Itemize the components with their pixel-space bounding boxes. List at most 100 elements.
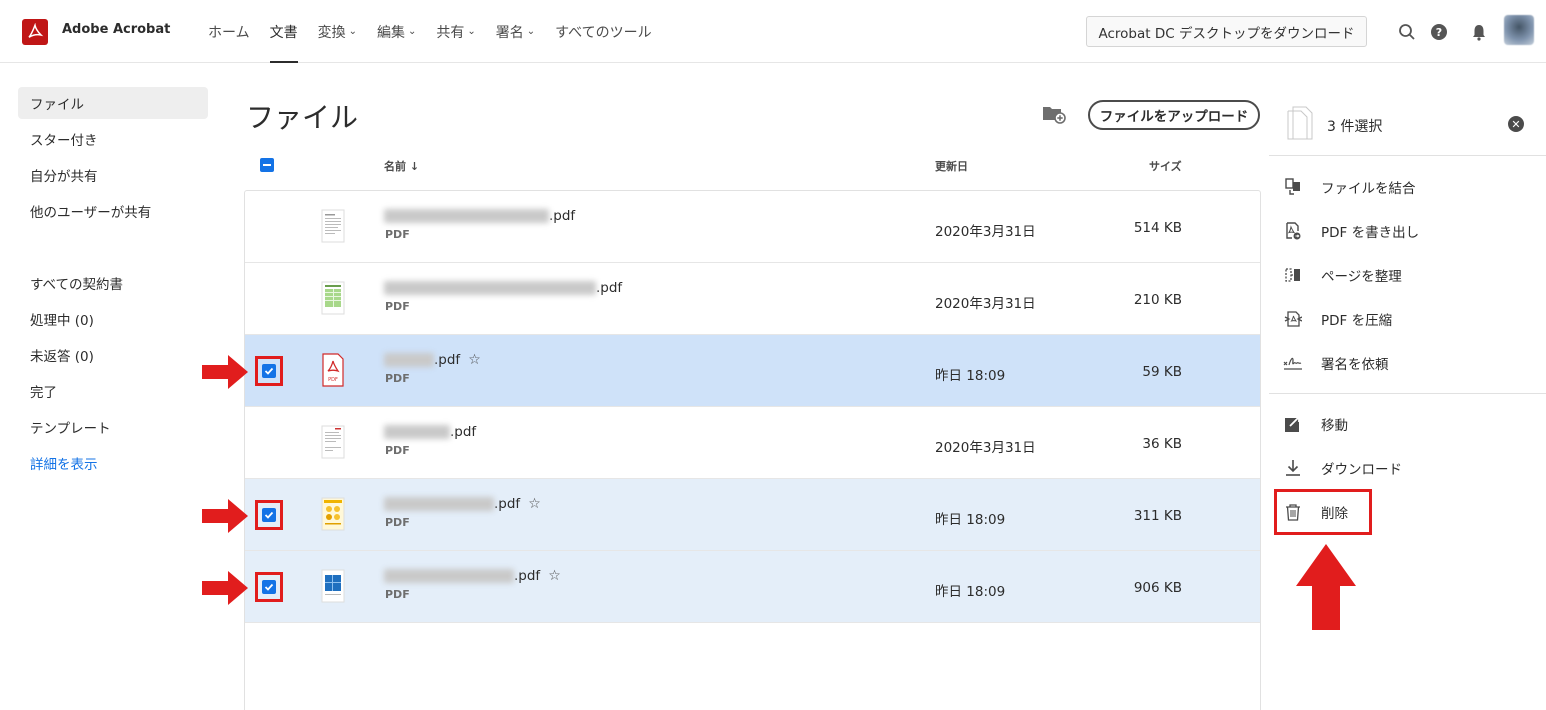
table-row[interactable]: .pdf PDF 2020年3月31日 210 KB [245,263,1260,335]
nav-label: 署名 [495,24,524,41]
action-download[interactable]: ダウンロード [1283,453,1402,483]
show-more-link[interactable]: 詳細を表示 [18,447,208,479]
column-header-modified[interactable]: 更新日 [935,158,968,174]
action-organize-pages[interactable]: ページを整理 [1283,260,1402,290]
file-name[interactable]: .pdf [384,280,622,296]
redacted-filename [384,353,434,367]
avatar[interactable] [1504,15,1534,45]
combine-icon [1283,177,1303,197]
sidebar-item-all-agreements[interactable]: すべての契約書 [18,267,208,299]
row-checkbox[interactable] [262,508,276,522]
chevron-down-icon: ⌄ [526,26,536,37]
file-size: 59 KB [1142,364,1182,380]
annotation-highlight [1274,489,1372,535]
file-name[interactable]: .pdf [384,424,476,440]
redacted-filename [384,209,549,223]
column-header-size[interactable]: サイズ [1149,158,1182,174]
sidebar-item-templates[interactable]: テンプレート [18,411,208,443]
chevron-down-icon: ⌄ [407,26,417,37]
nav-label: ホーム [208,24,250,41]
help-icon[interactable]: ? [1429,22,1449,42]
column-header-name[interactable]: 名前 ↓ [384,158,419,174]
nav-home[interactable]: ホーム [200,0,258,63]
action-label: ページを整理 [1321,269,1402,285]
file-name[interactable]: .pdf ☆ [384,568,561,584]
file-name[interactable]: .pdf [384,208,575,224]
file-extension: .pdf [434,352,461,368]
nav-label: 変換 [317,24,346,41]
action-label: PDF を圧縮 [1321,313,1393,329]
file-extension: .pdf [514,568,541,584]
download-desktop-button[interactable]: Acrobat DC デスクトップをダウンロード [1086,16,1367,47]
table-row[interactable]: .pdf ☆ PDF 昨日 18:09 311 KB [245,479,1260,551]
file-date: 昨日 18:09 [935,512,1006,528]
nav-convert[interactable]: 変換 ⌄ [310,0,365,63]
search-icon[interactable] [1397,22,1417,42]
new-folder-icon[interactable] [1042,103,1066,125]
file-name[interactable]: .pdf ☆ [384,352,481,368]
nav-sign[interactable]: 署名 ⌄ [488,0,543,63]
sidebar-item-shared-by-others[interactable]: 他のユーザーが共有 [18,195,208,227]
file-type: PDF [385,300,410,313]
file-name[interactable]: .pdf ☆ [384,496,541,512]
annotation-highlight [255,356,283,386]
redacted-filename [384,281,596,295]
table-row[interactable]: .pdf ☆ PDF 昨日 18:09 906 KB [245,551,1260,623]
table-row[interactable]: .pdf PDF 2020年3月31日 36 KB [245,407,1260,479]
sidebar-item-starred[interactable]: スター付き [18,123,208,155]
action-label: PDF を書き出し [1321,225,1420,241]
select-all-checkbox[interactable] [260,158,274,172]
file-extension: .pdf [450,424,477,440]
file-type: PDF [385,444,410,457]
redacted-filename [384,425,450,439]
compress-pdf-icon [1283,309,1303,329]
action-compress-pdf[interactable]: PDF を圧縮 [1283,304,1392,334]
file-type: PDF [385,228,410,241]
svg-text:?: ? [1436,26,1442,39]
file-type: PDF [385,516,410,529]
table-row[interactable]: .pdf PDF 2020年3月31日 514 KB [245,191,1260,263]
star-icon[interactable]: ☆ [548,568,561,584]
bell-icon[interactable] [1469,22,1489,42]
star-icon[interactable]: ☆ [528,496,541,512]
table-row[interactable]: PDF .pdf ☆ PDF 昨日 18:09 59 KB [245,335,1260,407]
action-combine-files[interactable]: ファイルを結合 [1283,172,1416,202]
action-export-pdf[interactable]: PDF を書き出し [1283,216,1419,246]
action-label: ダウンロード [1321,462,1402,478]
nav-share[interactable]: 共有 ⌄ [428,0,483,63]
divider [1269,393,1546,394]
request-signature-icon [1283,353,1303,373]
row-checkbox[interactable] [262,580,276,594]
sidebar-item-waiting[interactable]: 未返答 (0) [18,339,208,371]
chevron-down-icon: ⌄ [348,26,357,37]
nav-documents[interactable]: 文書 [262,0,306,63]
annotation-highlight [255,572,283,602]
file-extension: .pdf [596,280,623,296]
sidebar-item-shared-by-me[interactable]: 自分が共有 [18,159,208,191]
acrobat-logo-icon[interactable] [22,19,48,45]
row-checkbox[interactable] [262,364,276,378]
close-icon[interactable]: ✕ [1508,116,1524,132]
file-size: 210 KB [1133,292,1182,308]
nav-all-tools[interactable]: すべてのツール [547,0,659,63]
file-extension: .pdf [549,208,576,224]
star-icon[interactable]: ☆ [468,352,481,368]
file-type: PDF [385,588,410,601]
file-date: 昨日 18:09 [935,584,1006,600]
nav-edit[interactable]: 編集 ⌄ [369,0,424,63]
action-request-signature[interactable]: 署名を依頼 [1283,348,1389,378]
app-name[interactable]: Adobe Acrobat [62,22,170,37]
page-title: ファイル [246,101,359,134]
file-extension: .pdf [494,496,521,512]
file-table: .pdf PDF 2020年3月31日 514 KB .pdf PDF 2020… [244,190,1261,710]
sidebar-item-in-progress[interactable]: 処理中 (0) [18,303,208,335]
file-size: 514 KB [1133,220,1182,236]
upload-file-button[interactable]: ファイルをアップロード [1088,100,1260,130]
file-size: 906 KB [1133,580,1182,596]
action-move[interactable]: 移動 [1283,409,1348,439]
selection-header: 3 件選択 ✕ [1269,90,1546,156]
sidebar-item-files[interactable]: ファイル [18,87,208,119]
sidebar-item-completed[interactable]: 完了 [18,375,208,407]
documents-stack-icon [1287,106,1313,140]
